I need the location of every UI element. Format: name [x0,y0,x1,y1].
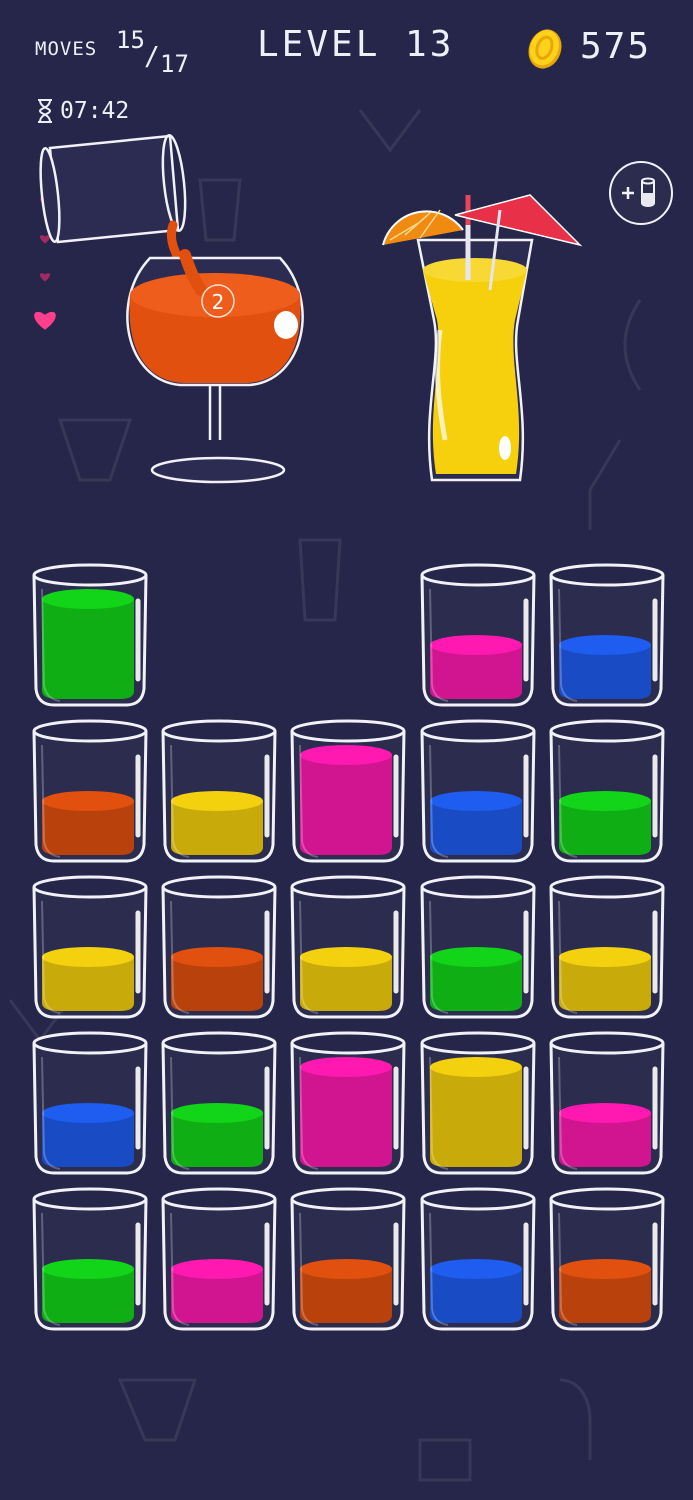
tube-r5c2[interactable] [159,1185,279,1333]
level-title: LEVEL 13 [257,24,455,65]
target-glass: 2 [126,249,304,484]
moves-current: 15 [116,26,145,54]
pouring-glass [39,134,187,276]
tube-r2c5[interactable] [547,717,667,865]
tube-r2c3[interactable] [288,717,408,865]
tube-r4c5[interactable] [547,1029,667,1177]
tube-r5c5[interactable] [547,1185,667,1333]
tube-r3c5[interactable] [547,873,667,1021]
tube-r4c3[interactable] [288,1029,408,1177]
coin-count: 575 [580,26,652,67]
tube-r3c1[interactable] [30,873,150,1021]
tube-r2c2[interactable] [159,717,279,865]
tube-r1c5[interactable] [547,561,667,709]
tube-r4c2[interactable] [159,1029,279,1177]
top-hud: MOVES 15 / 17 LEVEL 13 575 [0,0,693,90]
tube-r5c4[interactable] [418,1185,538,1333]
tube-r5c1[interactable] [30,1185,150,1333]
moves-slash: / [144,42,160,72]
tube-r4c4[interactable] [418,1029,538,1177]
tube-r3c4[interactable] [418,873,538,1021]
liquid-yellow [430,1067,522,1167]
coin-icon [528,29,562,69]
liquid-pink [300,1067,392,1167]
liquid-green [42,599,134,699]
tube-r5c3[interactable] [288,1185,408,1333]
tube-r2c1[interactable] [30,717,150,865]
tube-r1c1[interactable] [30,561,150,709]
tube-r1c4[interactable] [418,561,538,709]
liquid-pink [300,755,392,855]
tube-r4c1[interactable] [30,1029,150,1177]
cocktail-goal [382,194,583,482]
tube-r3c3[interactable] [288,873,408,1021]
moves-total: 17 [160,50,189,78]
tube-r3c2[interactable] [159,873,279,1021]
pour-count-text: 2 [212,290,225,314]
tube-r2c4[interactable] [418,717,538,865]
moves-label: MOVES [35,38,98,60]
pouring-scene: 2 [39,134,583,484]
